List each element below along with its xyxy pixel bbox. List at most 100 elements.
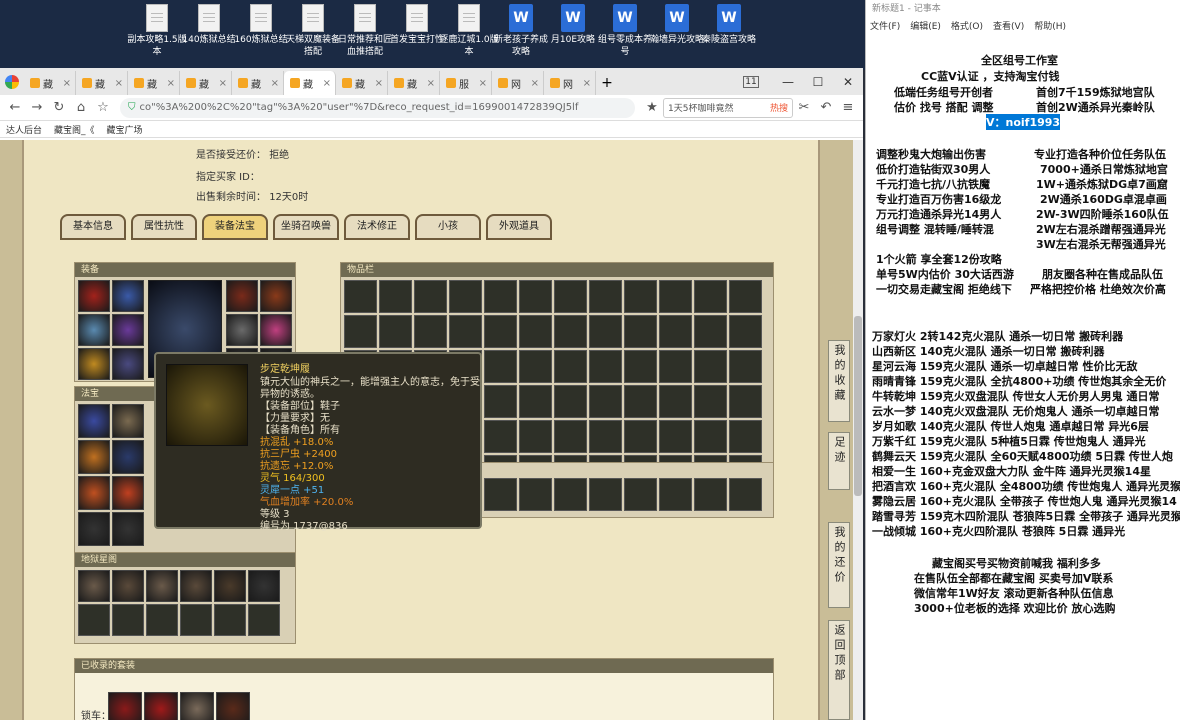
inventory-empty-slot[interactable]: [589, 350, 622, 383]
notepad-menu-item[interactable]: 查看(V): [993, 18, 1024, 36]
detail-tab[interactable]: 装备法宝: [202, 214, 268, 240]
close-button[interactable]: ✕: [833, 75, 863, 89]
browser-tab[interactable]: 服 ×: [440, 71, 492, 95]
my-favorites-button[interactable]: 我的收藏: [828, 340, 850, 422]
pet-empty-slot[interactable]: [78, 604, 110, 636]
inventory-empty-slot[interactable]: [554, 315, 587, 348]
inventory-empty-slot[interactable]: [554, 280, 587, 313]
fabao-item[interactable]: [78, 476, 110, 510]
url-input[interactable]: ⛉ co"%3A%200%2C%20"tag"%3A%20"user"%7D&re…: [120, 97, 635, 118]
inventory-empty-slot[interactable]: [519, 350, 552, 383]
tab-close-icon[interactable]: ×: [219, 78, 227, 89]
inventory-empty-slot[interactable]: [344, 315, 377, 348]
browser-tab[interactable]: 藏 ×: [388, 71, 440, 95]
inventory-empty-slot[interactable]: [624, 385, 657, 418]
browser-tab[interactable]: 藏 ×: [76, 71, 128, 95]
fabao-item[interactable]: [112, 440, 144, 474]
inventory-empty-slot[interactable]: [624, 478, 657, 511]
pet-item[interactable]: [248, 570, 280, 602]
fabao-item[interactable]: [78, 404, 110, 438]
inventory-empty-slot[interactable]: [729, 385, 762, 418]
back-icon[interactable]: ←: [4, 100, 26, 115]
inventory-empty-slot[interactable]: [554, 420, 587, 453]
desktop-file-icon[interactable]: W 秦陵盗宫攻略: [698, 4, 760, 46]
inventory-empty-slot[interactable]: [484, 350, 517, 383]
detail-tab[interactable]: 小孩: [415, 214, 481, 240]
tab-close-icon[interactable]: ×: [531, 78, 539, 89]
inventory-empty-slot[interactable]: [519, 420, 552, 453]
equip-item[interactable]: [78, 348, 110, 380]
inventory-empty-slot[interactable]: [729, 315, 762, 348]
footprint-button[interactable]: 足迹: [828, 432, 850, 490]
inventory-empty-slot[interactable]: [694, 420, 727, 453]
search-box[interactable]: 1天5杯咖啡竟然 热搜: [663, 97, 793, 118]
inventory-empty-slot[interactable]: [589, 420, 622, 453]
fabao-item[interactable]: [112, 476, 144, 510]
inventory-empty-slot[interactable]: [624, 350, 657, 383]
cut-icon[interactable]: ✂: [793, 100, 815, 115]
inventory-empty-slot[interactable]: [519, 315, 552, 348]
browser-tab[interactable]: 藏 ×: [284, 71, 336, 95]
notepad-menu-item[interactable]: 文件(F): [870, 18, 900, 36]
bookmark-item[interactable]: 达人后台: [6, 123, 42, 136]
inventory-empty-slot[interactable]: [729, 280, 762, 313]
undo-icon[interactable]: ↶: [815, 100, 837, 115]
home-icon[interactable]: ⌂: [70, 100, 92, 115]
tab-close-icon[interactable]: ×: [167, 78, 175, 89]
equip-item[interactable]: [78, 314, 110, 346]
inventory-empty-slot[interactable]: [379, 280, 412, 313]
tab-close-icon[interactable]: ×: [583, 78, 591, 89]
inventory-empty-slot[interactable]: [729, 350, 762, 383]
inventory-empty-slot[interactable]: [414, 280, 447, 313]
browser-tab[interactable]: 藏 ×: [180, 71, 232, 95]
set-item[interactable]: [216, 692, 250, 720]
pet-empty-slot[interactable]: [146, 604, 178, 636]
pet-empty-slot[interactable]: [214, 604, 246, 636]
equip-item[interactable]: [260, 314, 292, 346]
tab-close-icon[interactable]: ×: [63, 78, 71, 89]
inventory-empty-slot[interactable]: [484, 478, 517, 511]
inventory-empty-slot[interactable]: [519, 385, 552, 418]
fabao-item[interactable]: [78, 512, 110, 546]
back-to-top-button[interactable]: 返回顶部: [828, 620, 850, 720]
inventory-empty-slot[interactable]: [659, 385, 692, 418]
equip-item[interactable]: [112, 314, 144, 346]
inventory-empty-slot[interactable]: [624, 315, 657, 348]
inventory-empty-slot[interactable]: [554, 350, 587, 383]
equip-item[interactable]: [78, 280, 110, 312]
scrollbar-thumb[interactable]: [854, 316, 862, 496]
set-item[interactable]: [108, 692, 142, 720]
inventory-empty-slot[interactable]: [589, 280, 622, 313]
inventory-empty-slot[interactable]: [519, 478, 552, 511]
my-counteroffer-button[interactable]: 我的还价: [828, 522, 850, 608]
inventory-empty-slot[interactable]: [659, 350, 692, 383]
inventory-empty-slot[interactable]: [344, 280, 377, 313]
page-scrollbar[interactable]: [853, 140, 863, 720]
maximize-button[interactable]: ☐: [803, 75, 833, 89]
inventory-empty-slot[interactable]: [379, 315, 412, 348]
inventory-empty-slot[interactable]: [659, 315, 692, 348]
set-item[interactable]: [180, 692, 214, 720]
inventory-empty-slot[interactable]: [729, 420, 762, 453]
bookmark-item[interactable]: 藏宝阁_《: [54, 123, 95, 136]
inventory-empty-slot[interactable]: [484, 315, 517, 348]
fabao-item[interactable]: [78, 440, 110, 474]
equip-item[interactable]: [112, 348, 144, 380]
inventory-empty-slot[interactable]: [729, 478, 762, 511]
notepad-menu-item[interactable]: 格式(O): [951, 18, 983, 36]
inventory-empty-slot[interactable]: [694, 350, 727, 383]
inventory-empty-slot[interactable]: [484, 385, 517, 418]
inventory-empty-slot[interactable]: [519, 280, 552, 313]
inventory-empty-slot[interactable]: [624, 420, 657, 453]
pet-item[interactable]: [214, 570, 246, 602]
tab-close-icon[interactable]: ×: [375, 78, 383, 89]
tab-count-badge[interactable]: 11: [743, 75, 759, 88]
tab-close-icon[interactable]: ×: [323, 78, 331, 89]
equip-item[interactable]: [226, 280, 258, 312]
tab-close-icon[interactable]: ×: [427, 78, 435, 89]
inventory-empty-slot[interactable]: [449, 315, 482, 348]
star-icon[interactable]: ☆: [92, 100, 114, 115]
inventory-empty-slot[interactable]: [659, 280, 692, 313]
inventory-empty-slot[interactable]: [589, 315, 622, 348]
forward-icon[interactable]: →: [26, 100, 48, 115]
